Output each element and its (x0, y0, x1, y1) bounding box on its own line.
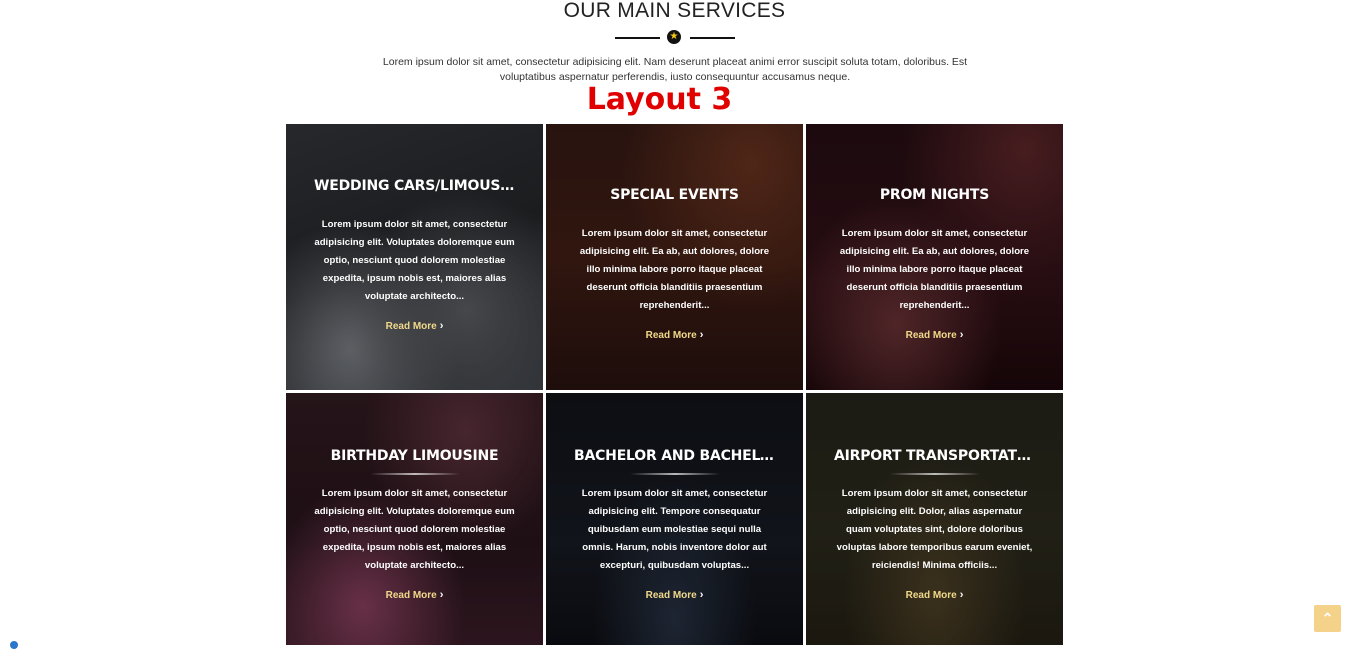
card-title: BACHELOR AND BACHELORET... (574, 448, 775, 464)
card-title: WEDDING CARS/LIMOUSINE (314, 178, 515, 194)
section-intro: Lorem ipsum dolor sit amet, consectetur … (382, 56, 968, 83)
read-more-link[interactable]: Read More › (386, 589, 444, 601)
divider-line-right (690, 37, 735, 39)
chevron-right-icon: › (439, 320, 444, 332)
read-more-label: Read More (645, 590, 697, 601)
services-grid: WEDDING CARS/LIMOUSINE Lorem ipsum dolor… (286, 124, 1063, 645)
star-icon: ★ (667, 30, 681, 44)
card-text: Lorem ipsum dolor sit amet, consectetur … (314, 219, 515, 302)
chevron-right-icon: › (959, 589, 964, 601)
service-card-prom-nights[interactable]: PROM NIGHTS Lorem ipsum dolor sit amet, … (806, 124, 1063, 390)
chevron-right-icon: › (959, 329, 964, 341)
title-divider: ★ (615, 30, 735, 46)
layout-label: Layout 3 (586, 82, 733, 117)
card-text: Lorem ipsum dolor sit amet, consectetur … (836, 488, 1033, 571)
card-title: SPECIAL EVENTS (610, 187, 739, 203)
divider-line-left (615, 37, 660, 39)
card-text: Lorem ipsum dolor sit amet, consectetur … (579, 228, 770, 311)
read-more-link[interactable]: Read More › (906, 329, 964, 341)
card-text: Lorem ipsum dolor sit amet, consectetur … (581, 488, 768, 571)
service-card-airport[interactable]: AIRPORT TRANSPORTATION Lorem ipsum dolor… (806, 393, 1063, 645)
read-more-label: Read More (385, 590, 437, 601)
card-divider (369, 473, 460, 475)
read-more-link[interactable]: Read More › (386, 320, 444, 332)
read-more-label: Read More (905, 330, 957, 341)
service-card-special-events[interactable]: SPECIAL EVENTS Lorem ipsum dolor sit ame… (546, 124, 803, 390)
read-more-link[interactable]: Read More › (646, 589, 704, 601)
chevron-right-icon: › (699, 589, 704, 601)
card-text: Lorem ipsum dolor sit amet, consectetur … (839, 228, 1030, 311)
read-more-link[interactable]: Read More › (906, 589, 964, 601)
card-title: AIRPORT TRANSPORTATION (834, 448, 1035, 464)
card-text: Lorem ipsum dolor sit amet, consectetur … (314, 488, 515, 571)
chevron-right-icon: › (699, 329, 704, 341)
card-title: PROM NIGHTS (879, 187, 990, 203)
service-card-wedding[interactable]: WEDDING CARS/LIMOUSINE Lorem ipsum dolor… (286, 124, 543, 390)
read-more-label: Read More (385, 321, 437, 332)
service-card-bachelor[interactable]: BACHELOR AND BACHELORET... Lorem ipsum d… (546, 393, 803, 645)
read-more-label: Read More (645, 330, 697, 341)
card-divider (889, 473, 980, 475)
card-title: BIRTHDAY LIMOUSINE (330, 448, 499, 464)
read-more-label: Read More (905, 590, 957, 601)
chevron-right-icon: › (439, 589, 444, 601)
read-more-link[interactable]: Read More › (646, 329, 704, 341)
service-card-birthday[interactable]: BIRTHDAY LIMOUSINE Lorem ipsum dolor sit… (286, 393, 543, 645)
accessibility-badge-icon[interactable] (8, 639, 20, 651)
card-divider (629, 473, 720, 475)
section-title: OUR MAIN SERVICES (563, 0, 786, 22)
scroll-to-top-button[interactable]: ⌃ (1314, 605, 1341, 632)
chevron-up-icon: ⌃ (1321, 610, 1334, 626)
